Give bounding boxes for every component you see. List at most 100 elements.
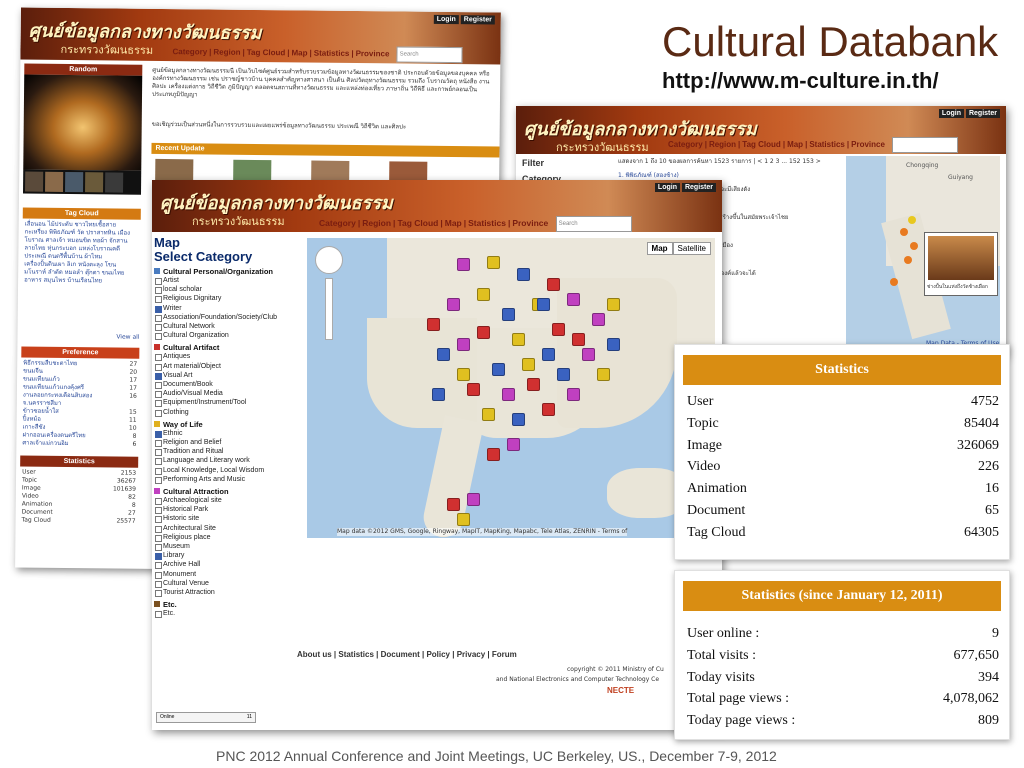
category-checkbox[interactable] xyxy=(155,305,162,313)
nav-statistics[interactable]: Statistics xyxy=(312,45,352,58)
category-checkbox[interactable] xyxy=(155,296,162,304)
category-item[interactable]: Cultural Organization xyxy=(154,331,304,341)
map-marker[interactable] xyxy=(512,333,525,346)
category-checkbox[interactable] xyxy=(155,400,162,408)
search-input[interactable]: Search xyxy=(396,46,463,64)
category-item[interactable]: Antiques xyxy=(154,352,304,362)
category-item[interactable]: Artist xyxy=(154,276,304,285)
category-item[interactable]: Archaeological site xyxy=(154,496,304,506)
nav-province-center[interactable]: Province xyxy=(510,214,550,228)
tag-cloud[interactable]: เสื่อนอน ไม้ประดับ ชาวไทยเชื้อสาย กะเหรี… xyxy=(22,219,141,334)
footer-forum[interactable]: Forum xyxy=(492,650,517,659)
map-marker[interactable] xyxy=(592,313,605,326)
category-checkbox[interactable] xyxy=(155,449,162,457)
map-marker[interactable] xyxy=(447,298,460,311)
login-button[interactable]: Login xyxy=(433,14,459,25)
register-button-right[interactable]: Register xyxy=(965,109,1000,118)
map-marker[interactable] xyxy=(477,288,490,301)
category-checkbox[interactable] xyxy=(155,278,162,285)
category-checkbox[interactable] xyxy=(155,580,162,588)
category-checkbox[interactable] xyxy=(155,553,162,561)
category-item[interactable]: Ethnic xyxy=(154,429,304,438)
map-marker[interactable] xyxy=(447,498,460,511)
category-item[interactable]: Monument xyxy=(154,570,304,579)
map-marker[interactable] xyxy=(527,378,540,391)
map-marker[interactable] xyxy=(457,513,470,526)
category-checkbox[interactable] xyxy=(155,476,162,484)
map-marker[interactable] xyxy=(517,268,530,281)
map-marker[interactable] xyxy=(427,318,440,331)
category-item[interactable]: Document/Book xyxy=(154,380,304,390)
category-checkbox[interactable] xyxy=(155,354,162,362)
nav-map-center[interactable]: Map xyxy=(443,214,464,228)
category-checkbox[interactable] xyxy=(155,544,162,552)
category-item[interactable]: Etc. xyxy=(154,609,304,619)
preference-item[interactable]: ศาลเจ้าแม่กวนอิม 6 xyxy=(22,440,136,449)
category-checkbox[interactable] xyxy=(155,440,162,448)
category-checkbox[interactable] xyxy=(155,611,162,619)
category-checkbox[interactable] xyxy=(155,372,162,380)
category-checkbox[interactable] xyxy=(155,430,162,438)
map-marker[interactable] xyxy=(467,493,480,506)
result-item[interactable]: 1. พิพิธภัณฑ์ (สองช้าง) xyxy=(618,172,840,180)
category-item[interactable]: Architectural Site xyxy=(154,524,304,533)
category-checkbox[interactable] xyxy=(155,314,162,322)
category-item[interactable]: Museum xyxy=(154,542,304,552)
category-item[interactable]: Cultural Network xyxy=(154,322,304,332)
map-marker[interactable] xyxy=(492,363,505,376)
map-marker[interactable] xyxy=(507,438,520,451)
map-marker[interactable] xyxy=(582,348,595,361)
map-popup[interactable]: ช่างปั้นในแห่งถึงวัดช้างเผือก xyxy=(924,232,998,296)
map-marker[interactable] xyxy=(487,256,500,269)
category-item[interactable]: Local Knowledge, Local Wisdom xyxy=(154,466,304,475)
category-item[interactable]: Clothing xyxy=(154,408,304,417)
right-map[interactable]: ช่างปั้นในแห่งถึงวัดช้างเผือก Chongqing … xyxy=(846,156,1000,352)
view-all-link[interactable]: View all xyxy=(21,333,139,342)
category-item[interactable]: Tourist Attraction xyxy=(154,588,304,598)
category-checkbox[interactable] xyxy=(155,324,162,332)
search-input-right[interactable] xyxy=(892,136,959,153)
category-item[interactable]: Cultural Venue xyxy=(154,579,304,588)
map-marker[interactable] xyxy=(522,358,535,371)
category-item[interactable]: Religious Dignitary xyxy=(154,294,304,304)
category-checkbox[interactable] xyxy=(155,382,162,390)
search-input-center[interactable]: Search xyxy=(555,215,632,232)
footer-about[interactable]: About us xyxy=(297,650,332,659)
map-marker[interactable] xyxy=(432,388,445,401)
category-item[interactable]: Religious place xyxy=(154,533,304,542)
map-marker[interactable] xyxy=(502,308,515,321)
category-item[interactable]: Association/Foundation/Society/Club xyxy=(154,313,304,322)
map-marker[interactable] xyxy=(567,388,580,401)
category-item[interactable]: Visual Art xyxy=(154,371,304,380)
category-checkbox[interactable] xyxy=(155,498,162,506)
map-marker[interactable] xyxy=(512,413,525,426)
footer-document[interactable]: Document xyxy=(381,650,420,659)
map-type-map-button[interactable]: Map xyxy=(646,242,673,255)
map-marker[interactable] xyxy=(457,368,470,381)
category-item[interactable]: Audio/Visual Media xyxy=(154,389,304,399)
map-marker[interactable] xyxy=(597,368,610,381)
category-item[interactable]: Performing Arts and Music xyxy=(154,475,304,484)
category-checkbox[interactable] xyxy=(155,333,162,341)
map-marker[interactable] xyxy=(457,338,470,351)
map-pan-control[interactable] xyxy=(315,246,343,274)
category-checkbox[interactable] xyxy=(155,562,162,570)
map-marker[interactable] xyxy=(467,383,480,396)
map-marker[interactable] xyxy=(567,293,580,306)
nav-category-center[interactable]: Category xyxy=(317,214,358,228)
map-marker[interactable] xyxy=(477,326,490,339)
nav-region-right[interactable]: Region xyxy=(707,136,738,149)
map-marker[interactable] xyxy=(487,448,500,461)
category-checkbox[interactable] xyxy=(155,590,162,598)
map-marker[interactable] xyxy=(457,258,470,271)
map-marker[interactable] xyxy=(542,403,555,416)
map-marker[interactable] xyxy=(547,278,560,291)
category-item[interactable]: Writer xyxy=(154,304,304,313)
category-checkbox[interactable] xyxy=(155,507,162,515)
random-image[interactable] xyxy=(23,74,143,171)
category-checkbox[interactable] xyxy=(155,409,162,417)
category-checkbox[interactable] xyxy=(155,516,162,524)
category-item[interactable]: Historical Park xyxy=(154,505,304,515)
category-item[interactable]: Art material/Object xyxy=(154,362,304,371)
nav-category[interactable]: Category xyxy=(170,43,209,56)
